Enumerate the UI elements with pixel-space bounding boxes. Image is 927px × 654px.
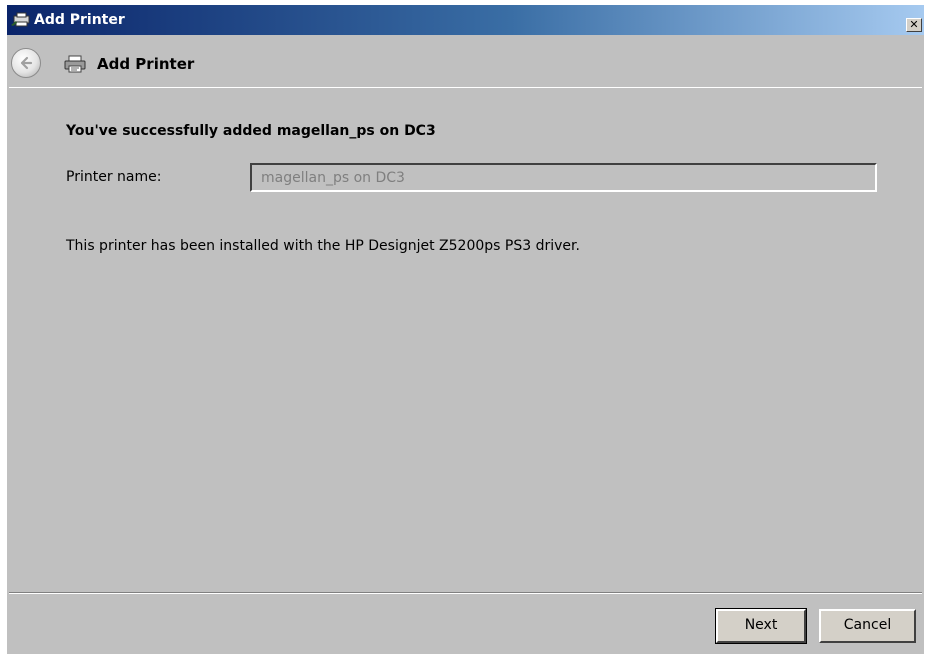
printer-icon bbox=[64, 55, 86, 73]
wizard-header: Add Printer bbox=[7, 35, 924, 87]
close-icon: ✕ bbox=[909, 18, 919, 31]
title-bar[interactable]: Add Printer ✕ bbox=[7, 5, 924, 35]
wizard-title: Add Printer bbox=[97, 55, 195, 73]
wizard-footer: Next Cancel bbox=[7, 594, 924, 654]
close-button[interactable]: ✕ bbox=[906, 18, 922, 32]
success-heading: You've successfully added magellan_ps on… bbox=[66, 123, 436, 139]
cancel-button[interactable]: Cancel bbox=[819, 609, 916, 643]
back-button[interactable] bbox=[11, 48, 41, 78]
printer-title-icon bbox=[10, 12, 34, 28]
printer-name-field[interactable]: magellan_ps on DC3 bbox=[250, 163, 877, 192]
add-printer-window: Add Printer ✕ Add Printer You've success… bbox=[7, 5, 924, 654]
driver-info-text: This printer has been installed with the… bbox=[66, 238, 580, 254]
next-button[interactable]: Next bbox=[715, 608, 807, 644]
wizard-content: You've successfully added magellan_ps on… bbox=[7, 88, 924, 592]
printer-name-label: Printer name: bbox=[66, 169, 162, 185]
window-title: Add Printer bbox=[34, 12, 125, 28]
back-arrow-icon bbox=[20, 56, 33, 70]
